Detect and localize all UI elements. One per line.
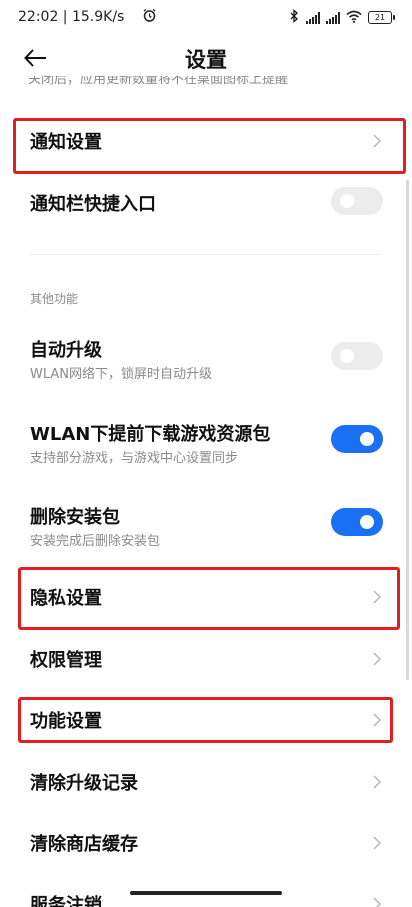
row-title: 权限管理 [30,650,102,671]
row-service-cancel[interactable]: 服务注销 [0,873,412,907]
signal-icon-2 [326,11,340,24]
section-label-other-features: 其他功能 [30,292,79,306]
wifi-icon [346,8,362,27]
chevron-right-icon [370,835,384,850]
row-title: 删除安装包 [30,507,120,528]
divider [30,254,382,255]
scrollbar[interactable] [406,180,409,680]
toggle-wlan-predownload[interactable] [331,425,383,453]
page-title: 设置 [185,48,227,72]
bluetooth-icon [288,8,300,27]
row-delete-package: 删除安装包 安装完成后删除安装包 [0,497,412,557]
row-subtitle: WLAN网络下，锁屏时自动升级 [30,367,213,382]
home-indicator[interactable] [130,891,282,895]
status-time: 22:02 | 15.9K/s [18,9,125,25]
highlight-box-privacy-settings [18,567,400,630]
row-clear-store-cache[interactable]: 清除商店缓存 [0,812,412,872]
chevron-right-icon [370,896,384,907]
row-permission-management[interactable]: 权限管理 [0,628,412,688]
toggle-notification-shortcut[interactable] [331,187,383,215]
row-wlan-predownload: WLAN下提前下载游戏资源包 支持部分游戏，与游戏中心设置同步 [0,414,412,474]
row-title: 清除升级记录 [30,773,138,794]
toggle-delete-package[interactable] [331,508,383,536]
row-notification-shortcut: 通知栏快捷入口 [0,172,412,232]
signal-icon-1 [306,11,320,24]
highlight-box-feature-settings [18,697,393,743]
row-title: 清除商店缓存 [30,834,138,855]
chevron-right-icon [370,774,384,789]
row-auto-upgrade: 自动升级 WLAN网络下，锁屏时自动升级 [0,330,412,390]
battery-icon: 21 [368,11,395,24]
chevron-right-icon [370,651,384,666]
status-bar: 22:02 | 15.9K/s 21 [0,0,412,36]
row-title: 通知栏快捷入口 [30,194,156,215]
highlight-box-notification-settings [13,118,406,174]
alarm-icon [142,8,157,27]
row-clear-upgrade-records[interactable]: 清除升级记录 [0,751,412,811]
status-icons: 21 [288,8,395,27]
row-subtitle: 支持部分游戏，与游戏中心设置同步 [30,451,239,466]
row-title: 服务注销 [30,895,102,907]
header: 设置 [0,36,412,80]
row-title: 自动升级 [30,340,102,361]
cutoff-description: 关闭后，应用更新数量将不在桌面图标上提醒 [28,76,289,87]
toggle-auto-upgrade[interactable] [331,342,383,370]
row-subtitle: 安装完成后删除安装包 [30,534,161,549]
row-title: WLAN下提前下载游戏资源包 [30,424,271,445]
